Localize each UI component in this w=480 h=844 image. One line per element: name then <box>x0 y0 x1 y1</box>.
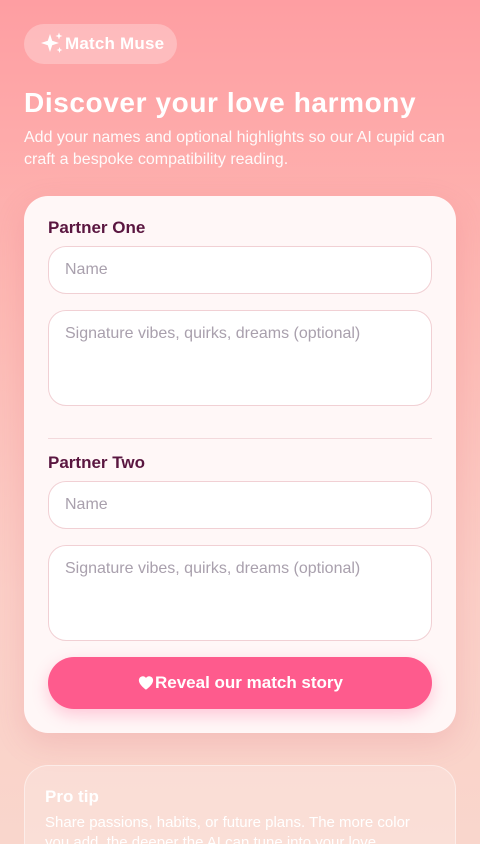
brand-badge: Match Muse <box>24 24 177 64</box>
compatibility-form: Partner One Partner Two Reveal our match… <box>24 196 456 733</box>
reveal-match-button-label: Reveal our match story <box>154 673 343 692</box>
sparkles-icon <box>39 31 65 57</box>
pro-tip-body: Share passions, habits, or future plans.… <box>45 814 410 844</box>
section-divider <box>48 438 432 439</box>
partner-one-label: Partner One <box>48 218 146 237</box>
partner-one-name-input[interactable] <box>48 246 432 294</box>
pro-tip-title: Pro tip <box>45 787 99 806</box>
partner-two-name-input[interactable] <box>48 481 432 529</box>
partner-two-label: Partner Two <box>48 453 145 472</box>
pro-tip-card: Pro tip Share passions, habits, or futur… <box>24 765 456 844</box>
page-subtitle: Add your names and optional highlights s… <box>24 129 445 168</box>
brand-name: Match Muse <box>65 34 165 53</box>
page-title: Discover your love harmony <box>24 87 417 118</box>
reveal-match-button[interactable]: Reveal our match story <box>48 657 432 709</box>
heart-icon <box>137 674 155 692</box>
partner-one-notes-textarea[interactable] <box>48 310 432 406</box>
partner-two-notes-textarea[interactable] <box>48 545 432 641</box>
